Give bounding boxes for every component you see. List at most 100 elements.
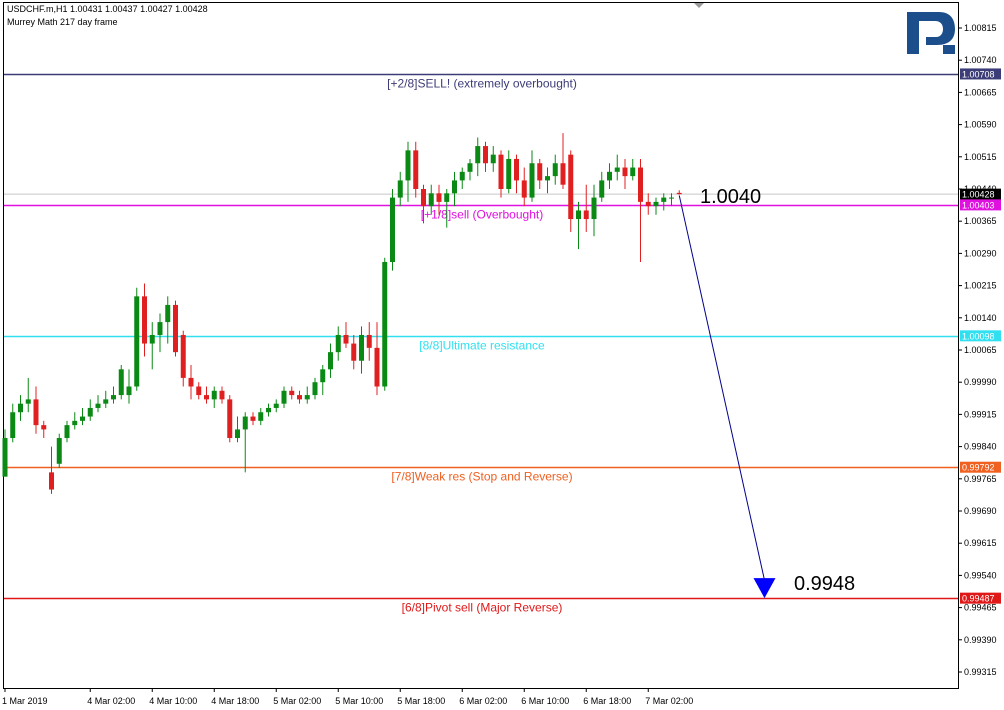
candle-body	[521, 180, 527, 198]
price-tick-label: 0.99765	[964, 474, 997, 484]
candle-body	[638, 167, 643, 202]
price-tick-label: 1.00740	[964, 55, 997, 65]
time-tick-label: 5 Mar 02:00	[273, 696, 321, 706]
candle-body	[436, 193, 442, 202]
candle-body	[188, 377, 194, 387]
candle-body	[599, 180, 605, 198]
price-tick-label: 1.00215	[964, 281, 997, 291]
candle-body	[661, 197, 667, 202]
time-tick-label: 4 Mar 18:00	[211, 696, 259, 706]
candle-body	[366, 334, 372, 348]
price-tick-label: 1.00590	[964, 120, 997, 130]
candle-body	[281, 390, 287, 404]
price-tick-label: 1.00140	[964, 313, 997, 323]
candle-body	[204, 395, 209, 400]
candle-body	[622, 167, 628, 177]
candle-body	[242, 416, 248, 430]
candle-body	[498, 154, 504, 189]
chart-window: [+2/8]SELL! (extremely overbought)[+1/8]…	[0, 0, 1004, 710]
candle-body	[397, 180, 403, 198]
candle-body	[219, 390, 225, 400]
candle-body	[41, 425, 47, 430]
candle-body	[560, 163, 566, 185]
candle-body	[142, 296, 147, 344]
price-tick-label: 1.00365	[964, 216, 997, 226]
candle-body	[653, 201, 659, 207]
candle-body	[359, 334, 364, 361]
candle-body	[250, 416, 256, 421]
candle-body	[103, 399, 109, 404]
time-tick-label: 5 Mar 10:00	[335, 696, 383, 706]
candle-body	[165, 304, 171, 323]
price-tick-label: 0.99390	[964, 635, 997, 645]
level-badge: 1.00403	[962, 200, 995, 210]
candle-body	[320, 369, 326, 383]
candle-body	[390, 197, 395, 262]
candle-body	[483, 146, 488, 164]
level-label: [+2/8]SELL! (extremely overbought)	[387, 77, 577, 91]
candle-body	[95, 403, 101, 408]
last-price-badge: 1.00428	[962, 190, 995, 200]
candle-body	[80, 416, 85, 421]
candle-body	[529, 163, 535, 198]
candle-body	[576, 210, 581, 220]
candle-body	[157, 322, 163, 335]
candle-body	[506, 158, 512, 189]
time-tick-label: 4 Mar 10:00	[149, 696, 197, 706]
price-tick-label: 0.99915	[964, 409, 997, 419]
price-tick-label: 1.00290	[964, 248, 997, 258]
time-tick-label: 5 Mar 18:00	[397, 696, 445, 706]
candle-body	[312, 382, 318, 396]
candle-body	[10, 412, 16, 439]
price-axis: 1.00815 1.00740 1.00665 1.00590 1.00515 1.004…	[958, 23, 1001, 677]
price-tick-label: 1.00065	[964, 345, 997, 355]
candle-body	[335, 334, 341, 353]
candle-body	[614, 167, 620, 172]
candle-body	[351, 343, 357, 361]
target-callout-upper: 1.0040	[700, 186, 761, 208]
candle-body	[514, 158, 519, 181]
time-tick-label: 6 Mar 18:00	[583, 696, 631, 706]
candle-body	[297, 395, 302, 400]
candle-body	[591, 197, 597, 220]
candle-body	[149, 334, 155, 344]
candle-body	[421, 189, 426, 207]
candle-body	[180, 334, 186, 378]
candle-body	[134, 296, 140, 387]
candle-body	[545, 176, 550, 181]
price-tick-label: 0.99990	[964, 377, 997, 387]
level-label: [8/8]Ultimate resistance	[419, 339, 545, 353]
candle-body	[64, 425, 70, 439]
price-tick-label: 0.99465	[964, 603, 997, 613]
candle-body	[343, 334, 349, 344]
candle-body	[49, 472, 54, 490]
candle-body	[607, 171, 612, 181]
candle-body	[126, 386, 132, 396]
price-tick-label: 0.99840	[964, 442, 997, 452]
candle-body	[459, 171, 465, 181]
candle-body	[328, 352, 333, 370]
candle-body	[413, 150, 419, 189]
level-badge: 0.99487	[962, 594, 995, 604]
candle-body	[444, 193, 450, 202]
time-tick-label: 7 Mar 02:00	[645, 696, 693, 706]
candle-body	[18, 403, 23, 413]
price-tick-label: 0.99690	[964, 506, 997, 516]
price-tick-label: 1.00665	[964, 87, 997, 97]
candle-body	[467, 163, 473, 172]
level-badge: 0.99792	[962, 463, 995, 473]
candle-body	[583, 210, 589, 220]
candle-body	[645, 201, 651, 207]
candle-body	[227, 399, 233, 439]
candle-body	[111, 395, 116, 400]
candle-body	[235, 429, 240, 439]
level-badge: 1.00708	[962, 69, 995, 79]
level-label: [6/8]Pivot sell (Major Reverse)	[402, 601, 563, 615]
candle-body	[452, 180, 457, 194]
candle-body	[304, 395, 310, 400]
target-callout-lower: 0.9948	[794, 573, 855, 595]
price-tick-label: 0.99315	[964, 667, 997, 677]
candle-body	[537, 163, 543, 181]
candle-body	[266, 407, 271, 413]
time-tick-label: 1 Mar 2019	[2, 696, 48, 706]
